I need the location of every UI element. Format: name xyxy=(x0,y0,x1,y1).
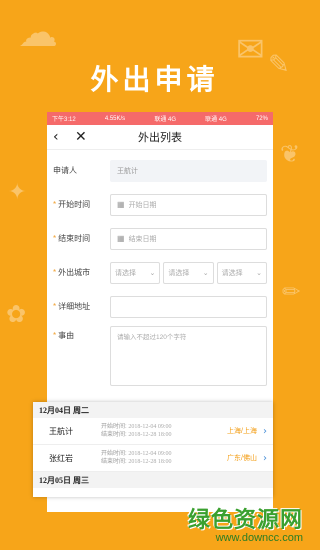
applicant-label: 申请人 xyxy=(53,166,77,175)
end-time-row: * 结束时间 ▦ 结束日期 xyxy=(53,224,267,253)
item-name: 王航计 xyxy=(49,426,73,436)
reason-row: * 事由 请输入不超过120个字符 xyxy=(53,326,267,386)
reason-textarea[interactable]: 请输入不超过120个字符 xyxy=(110,326,267,386)
outing-list-card: 12月04日 周二 王航计 开始时间: 2018-12-04 09:00 结束时… xyxy=(33,402,273,497)
district-select[interactable]: 请选择 ⌄ xyxy=(216,261,267,284)
required-marker: * xyxy=(53,331,57,340)
item-city: 上海/上海 xyxy=(227,428,257,435)
site-watermark: 绿色资源网 www.downcc.com xyxy=(188,502,303,544)
item-times: 开始时间: 2018-12-04 09:00 结束时间: 2018-12-28 … xyxy=(101,451,172,465)
city-row: * 外出城市 请选择 ⌄ 请选择 ⌄ 请选择 ⌄ xyxy=(53,258,267,287)
start-date-placeholder: 开始日期 xyxy=(128,201,157,209)
address-input[interactable] xyxy=(110,295,267,318)
watermark-title: 绿色资源网 xyxy=(187,508,303,533)
status-bar: 下午3:12 4.55K/s 联通 4G 联通 4G 72% xyxy=(47,112,273,125)
doodle-leaf-icon: ❦ xyxy=(280,140,301,168)
date-group-header: 12月04日 周二 xyxy=(33,402,273,418)
status-carrier1: 联通 4G xyxy=(154,117,176,123)
close-icon[interactable]: ✕ xyxy=(75,129,97,145)
status-speed: 4.55K/s xyxy=(104,115,126,122)
doodle-pencil-icon: ✏ xyxy=(282,280,301,305)
province-select[interactable]: 请选择 ⌄ xyxy=(110,261,161,284)
applicant-field: 王航计 xyxy=(110,159,267,182)
address-label: 详细地址 xyxy=(58,302,91,311)
doodle-cloud-icon: ☁ xyxy=(18,10,58,56)
end-time-label: 结束时间 xyxy=(58,234,91,243)
required-marker: * xyxy=(53,200,57,209)
date-group-header: 12月05日 周三 xyxy=(33,472,273,488)
chevron-down-icon: ⌄ xyxy=(202,269,209,277)
calendar-icon: ▦ xyxy=(117,234,125,243)
status-carrier2: 联通 4G xyxy=(205,117,227,123)
chevron-down-icon: ⌄ xyxy=(256,269,262,277)
doodle-star-icon: ✦ xyxy=(8,180,27,205)
calendar-icon: ▦ xyxy=(117,200,125,209)
banner-title: 外出申请 xyxy=(90,63,219,96)
start-time-row: * 开始时间 ▦ 开始日期 xyxy=(53,190,267,219)
address-row: * 详细地址 xyxy=(53,292,267,321)
chevron-right-icon: › xyxy=(263,425,267,437)
list-item[interactable]: 张红岩 开始时间: 2018-12-04 09:00 结束时间: 2018-12… xyxy=(33,445,273,472)
city-select[interactable]: 请选择 ⌄ xyxy=(163,261,214,284)
city-label: 外出城市 xyxy=(58,268,91,277)
chevron-right-icon: › xyxy=(263,452,267,464)
status-battery: 72% xyxy=(255,115,268,122)
city-selects: 请选择 ⌄ 请选择 ⌄ 请选择 ⌄ xyxy=(110,261,267,284)
end-date-placeholder: 结束日期 xyxy=(128,235,157,243)
list-item[interactable]: 王航计 开始时间: 2018-12-04 09:00 结束时间: 2018-12… xyxy=(33,418,273,445)
start-time-label: 开始时间 xyxy=(58,200,91,209)
item-city: 广东/佛山 xyxy=(227,455,257,462)
application-form: 申请人 王航计 * 开始时间 ▦ 开始日期 * 结束时间 ▦ 结束日期 * 外出城市 请选… xyxy=(47,150,273,386)
required-marker: * xyxy=(53,234,57,243)
required-marker: * xyxy=(53,302,57,311)
doodle-flower-icon: ✿ xyxy=(6,300,27,328)
chevron-down-icon: ⌄ xyxy=(149,269,156,277)
status-time: 下午3:12 xyxy=(52,117,76,123)
end-date-field[interactable]: ▦ 结束日期 xyxy=(110,227,267,250)
item-name: 张红岩 xyxy=(49,453,73,463)
item-times: 开始时间: 2018-12-04 09:00 结束时间: 2018-12-28 … xyxy=(101,424,172,438)
applicant-row: 申请人 王航计 xyxy=(53,156,267,185)
reason-label: 事由 xyxy=(58,331,75,340)
back-arrow-icon[interactable]: ‹ xyxy=(53,129,75,145)
required-marker: * xyxy=(53,268,57,277)
nav-bar: ‹ ✕ 外出列表 xyxy=(47,125,273,150)
start-date-field[interactable]: ▦ 开始日期 xyxy=(110,193,267,216)
